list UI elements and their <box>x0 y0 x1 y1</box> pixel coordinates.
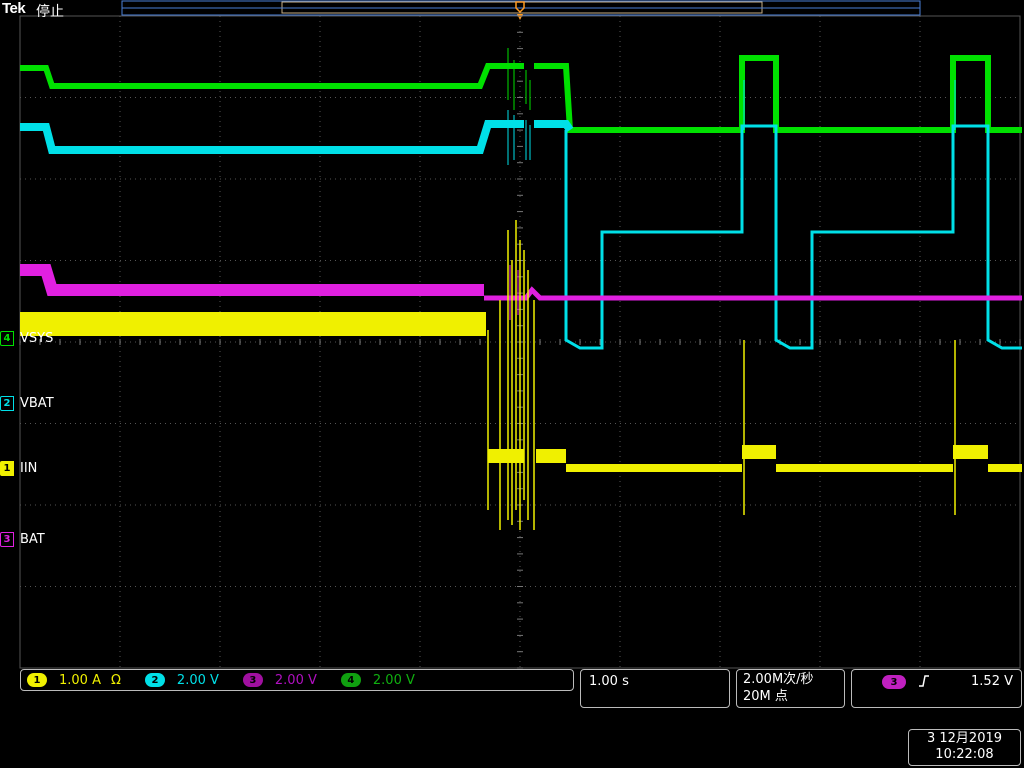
time: 10:22:08 <box>935 747 994 762</box>
datetime-readout[interactable]: 3 12月2019 10:22:08 <box>908 729 1021 766</box>
trigger-source-badge: 3 <box>882 675 906 689</box>
channel-2-marker-icon: 2 <box>0 396 14 411</box>
acquisition-status[interactable]: 停止 <box>36 1 64 21</box>
scope-screen <box>19 0 1022 669</box>
channel-label: VBAT <box>20 396 54 411</box>
channel-label: VSYS <box>20 331 54 346</box>
channel-tag-vbat[interactable]: 2 VBAT <box>0 396 54 411</box>
channel-tag-vsys[interactable]: 4 VSYS <box>0 331 53 346</box>
channel-3-marker-icon: 3 <box>0 532 14 547</box>
ch1-badge: 1 <box>27 673 47 687</box>
timebase-value: 1.00 s <box>589 674 629 689</box>
ch2-badge: 2 <box>144 673 165 687</box>
ch2-scale-value: 2.00 V <box>176 672 219 688</box>
ch3-badge: 3 <box>242 673 263 687</box>
sample-rate: 2.00M次/秒 <box>743 672 814 687</box>
ch3-scale-value: 2.00 V <box>274 672 317 688</box>
channel-1-marker-icon: 1 <box>0 461 14 476</box>
channel-label: BAT <box>20 532 45 547</box>
ch4-scale-value: 2.00 V <box>372 672 415 688</box>
ch1-scale-value: 1.00 A <box>59 672 101 688</box>
ch3-scale[interactable]: 3 2.00 V <box>242 672 317 688</box>
trigger-position-marker-icon[interactable] <box>515 1 525 20</box>
trigger-readout[interactable]: 3 1.52 V <box>851 669 1022 708</box>
ch4-scale[interactable]: 4 2.00 V <box>340 672 415 688</box>
date: 3 12月2019 <box>926 731 1003 746</box>
channel-tag-iin[interactable]: 1 IIN <box>0 461 37 476</box>
ch2-scale[interactable]: 2 2.00 V <box>144 672 219 688</box>
trace-vbat <box>20 80 1022 350</box>
brand-logo: Tek <box>2 0 26 17</box>
ch4-badge: 4 <box>340 673 361 687</box>
trace-bat <box>20 264 1022 320</box>
channel-label: IIN <box>20 461 38 476</box>
channel-4-marker-icon: 4 <box>0 331 14 346</box>
rising-edge-icon <box>918 674 930 692</box>
ch1-scale[interactable]: 1 1.00 A Ω <box>27 673 121 688</box>
ohm-icon: Ω <box>110 672 121 688</box>
trace-vsys <box>20 48 1022 133</box>
record-length: 20M 点 <box>743 689 788 704</box>
vertical-scale-readout[interactable]: 1 1.00 A Ω 2 2.00 V 3 2.00 V 4 2.00 V <box>20 669 574 691</box>
timebase-readout[interactable]: 1.00 s <box>580 669 730 708</box>
record-view-bar[interactable] <box>121 0 921 16</box>
channel-tag-bat[interactable]: 3 BAT <box>0 532 45 547</box>
acquisition-readout[interactable]: 2.00M次/秒 20M 点 <box>736 669 845 708</box>
trigger-level: 1.52 V <box>971 674 1013 689</box>
